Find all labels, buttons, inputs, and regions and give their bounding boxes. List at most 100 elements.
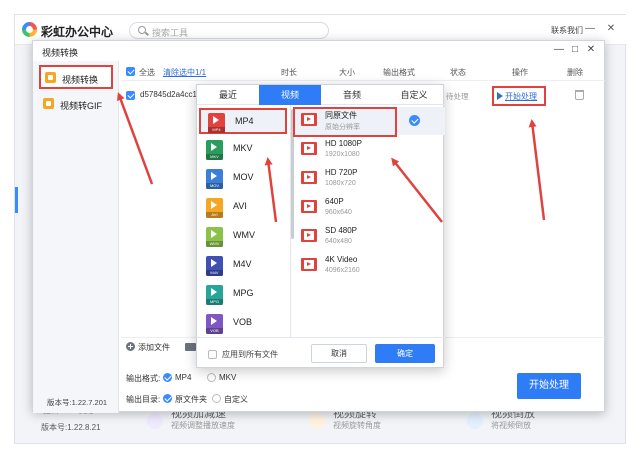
resolution-item[interactable]: 640P 960x640 — [293, 194, 445, 222]
format-mp4-radio[interactable] — [163, 373, 172, 382]
format-picker-popup: 最近 视频 音频 自定义 MP4 MP4 MKV MKV MOV MOV AVI AVI WMV… — [196, 84, 445, 369]
dialog-maximize-button[interactable]: □ — [569, 44, 581, 56]
row-start-label: 开始处理 — [505, 92, 537, 101]
resolution-name: HD 1080P — [325, 139, 362, 148]
format-m4v-icon: M4V — [206, 256, 223, 276]
search-icon — [138, 26, 146, 34]
ok-button[interactable]: 确定 — [375, 344, 435, 363]
resolution-item[interactable]: HD 720P 1080x720 — [293, 165, 445, 193]
rainbow-logo-icon — [22, 22, 37, 37]
dialog-close-button[interactable]: ✕ — [585, 44, 597, 56]
trash-icon[interactable] — [575, 90, 584, 100]
app-version: 版本号:1.22.8.21 — [41, 423, 101, 432]
sidebar-item-label: 视频转换 — [62, 75, 99, 85]
resolution-item[interactable]: 4K Video 4096x2160 — [293, 252, 445, 280]
format-item-vob[interactable]: VOB VOB — [199, 311, 287, 337]
video-film-icon — [301, 171, 317, 184]
search-placeholder: 搜索工具 — [152, 28, 189, 38]
gif-icon — [43, 98, 54, 109]
contact-us-link[interactable]: 联系我们 — [551, 25, 583, 36]
format-avi-icon: AVI — [206, 198, 223, 218]
format-label: MPG — [233, 288, 254, 298]
format-item-mp4[interactable]: MP4 MP4 — [199, 108, 287, 134]
clear-selected-link[interactable]: 清除选中1/1 — [163, 67, 206, 78]
format-mpg-icon: MPG — [206, 285, 223, 305]
dir-original-label[interactable]: 原文件夹 — [175, 394, 207, 405]
format-mp4-label[interactable]: MP4 — [175, 373, 191, 382]
tab-recent[interactable]: 最近 — [197, 85, 259, 105]
resolution-name: 4K Video — [325, 255, 358, 264]
close-button[interactable]: ✕ — [604, 22, 618, 36]
format-tabs: 最近 视频 音频 自定义 — [197, 85, 445, 105]
app-title: 彩虹办公中心 — [41, 25, 114, 39]
format-label: M4V — [233, 259, 252, 269]
row-checkbox[interactable] — [126, 91, 135, 100]
select-all-label[interactable]: 全选 — [139, 67, 155, 78]
video-convert-icon — [45, 72, 56, 83]
format-icon-band: AVI — [206, 212, 223, 218]
search-input[interactable]: 搜索工具 — [129, 22, 329, 39]
popup-footer: 应用到所有文件 取消 确定 — [197, 337, 445, 369]
resolution-name: 640P — [325, 197, 344, 206]
format-item-mov[interactable]: MOV MOV — [199, 166, 287, 192]
format-list: MP4 MP4 MKV MKV MOV MOV AVI AVI WMV WMV M4V M4V MPG M… — [197, 105, 291, 337]
format-label: MP4 — [235, 116, 254, 126]
format-mp4-icon: MP4 — [208, 113, 225, 133]
resolution-item[interactable]: HD 1080P 1920x1080 — [293, 136, 445, 164]
file-list-header: 全选 清除选中1/1 时长 大小 输出格式 状态 操作 删除 — [121, 63, 605, 81]
tab-video[interactable]: 视频 — [259, 85, 321, 105]
dir-original-radio[interactable] — [163, 394, 172, 403]
select-all-checkbox[interactable] — [126, 67, 135, 76]
resolution-size: 640x480 — [325, 238, 352, 245]
format-item-mpg[interactable]: MPG MPG — [199, 282, 287, 308]
minimize-button[interactable]: — — [583, 22, 597, 36]
format-mkv-radio[interactable] — [207, 373, 216, 382]
cancel-button[interactable]: 取消 — [311, 344, 367, 363]
reverse-icon — [467, 413, 483, 429]
sidebar-item-video-convert[interactable]: 视频转换 — [39, 65, 113, 89]
format-item-m4v[interactable]: M4V M4V — [199, 253, 287, 279]
tab-audio[interactable]: 音频 — [321, 85, 383, 105]
apply-all-checkbox[interactable] — [208, 350, 217, 359]
resolution-selection-highlight — [293, 107, 397, 137]
resolution-item[interactable]: SD 480P 640x480 — [293, 223, 445, 251]
video-film-icon — [301, 229, 317, 242]
format-icon-band: M4V — [206, 270, 223, 276]
row-start-button[interactable]: 开始处理 — [492, 86, 546, 106]
col-output-format: 输出格式 — [383, 68, 415, 77]
video-film-icon — [301, 258, 317, 271]
speed-icon — [147, 413, 163, 429]
format-mkv-label[interactable]: MKV — [219, 373, 236, 382]
tab-custom[interactable]: 自定义 — [383, 85, 445, 105]
sidebar-item-label: 视频转GIF — [60, 101, 102, 111]
video-film-icon — [301, 142, 317, 155]
format-label: MOV — [233, 172, 254, 182]
format-item-mkv[interactable]: MKV MKV — [199, 137, 287, 163]
tool-subtitle: 将视频倒放 — [491, 421, 531, 430]
dialog-sidebar: 视频转换 视频转GIF — [33, 61, 119, 413]
start-process-button[interactable]: 开始处理 — [517, 373, 581, 399]
add-file-button[interactable]: 添加文件 — [138, 342, 170, 353]
dir-custom-radio[interactable] — [212, 394, 221, 403]
apply-all-label[interactable]: 应用到所有文件 — [222, 349, 278, 360]
tool-subtitle: 视频调整播放速度 — [171, 421, 235, 430]
format-wmv-icon: WMV — [206, 227, 223, 247]
add-folder-icon[interactable] — [185, 343, 196, 351]
play-icon — [497, 92, 503, 100]
format-mkv-icon: MKV — [206, 140, 223, 160]
dialog-minimize-button[interactable]: — — [553, 44, 565, 56]
col-duration: 时长 — [281, 68, 297, 77]
format-label: WMV — [233, 230, 255, 240]
format-icon-band: MKV — [206, 154, 223, 160]
output-format-label: 输出格式: — [126, 374, 161, 383]
col-size: 大小 — [339, 68, 355, 77]
row-status: 待处理 — [446, 92, 469, 101]
dir-custom-label[interactable]: 自定义 — [224, 394, 248, 405]
format-icon-band: MPG — [206, 299, 223, 305]
plus-icon[interactable] — [126, 342, 135, 351]
format-item-wmv[interactable]: WMV WMV — [199, 224, 287, 250]
format-label: MKV — [233, 143, 253, 153]
format-item-avi[interactable]: AVI AVI — [199, 195, 287, 221]
format-vob-icon: VOB — [206, 314, 223, 334]
sidebar-item-video-to-gif[interactable]: 视频转GIF — [39, 93, 113, 117]
